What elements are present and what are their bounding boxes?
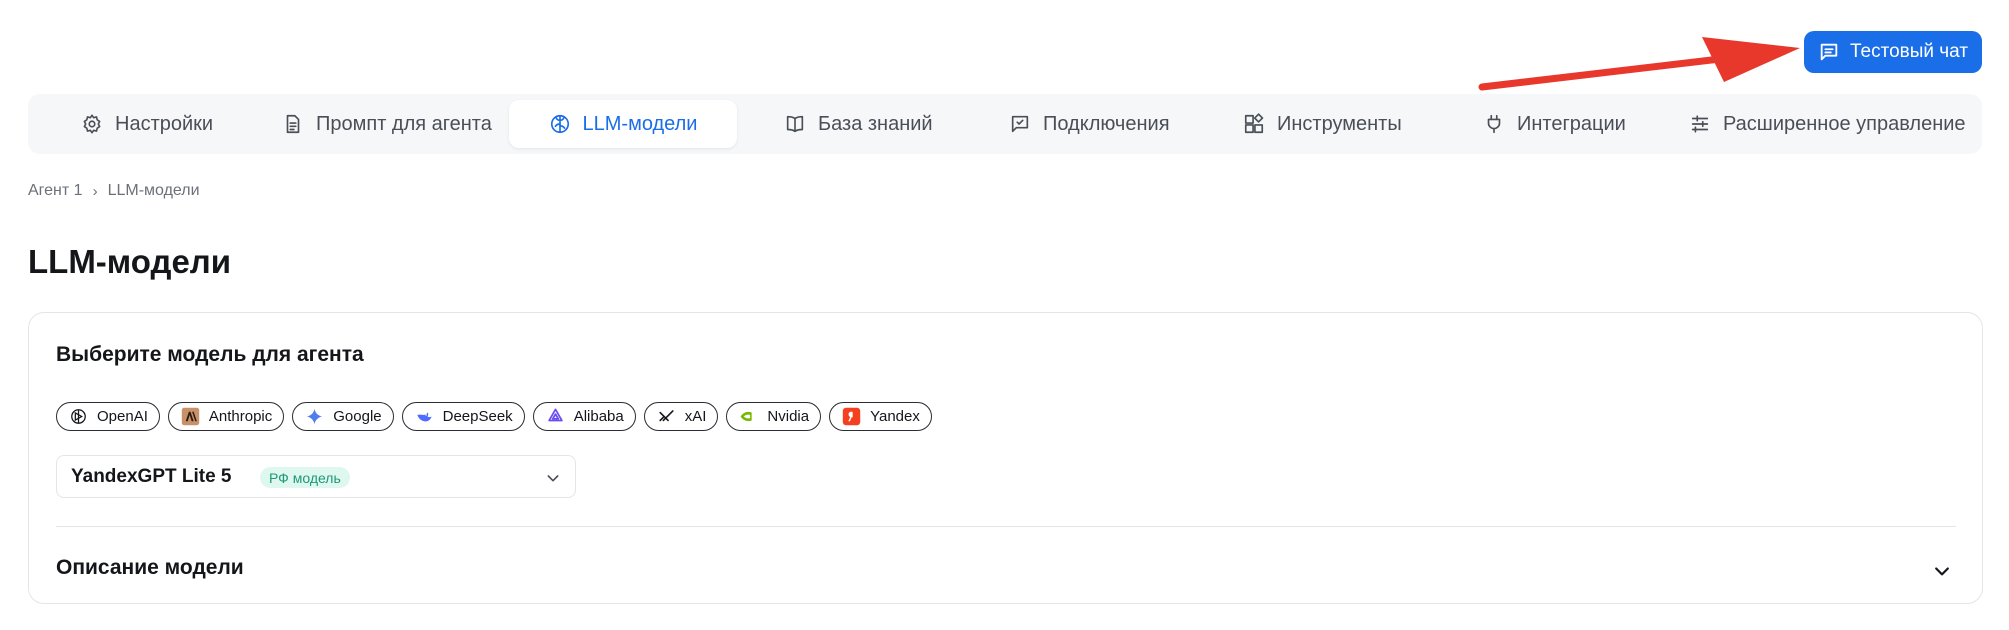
anthropic-icon: [181, 407, 200, 426]
tab-bar: Настройки Промпт для агента LLM-модели Б…: [28, 94, 1982, 154]
tab-label: Настройки: [115, 112, 214, 135]
provider-chip-anthropic[interactable]: Anthropic: [167, 402, 285, 431]
model-description-toggle[interactable]: Описание модели: [56, 548, 1956, 588]
model-selection-card: Выберите модель для агента OpenAI Anthro…: [28, 312, 1983, 604]
test-chat-button[interactable]: Тестовый чат: [1804, 31, 1982, 73]
deepseek-icon: [417, 412, 432, 422]
tab-label: Промпт для агента: [316, 112, 492, 135]
tab-knowledge-base[interactable]: База знаний: [784, 100, 933, 148]
provider-chip-label: Yandex: [870, 408, 920, 425]
divider: [56, 526, 1956, 527]
selected-model-name: YandexGPT Lite 5: [71, 466, 232, 487]
provider-chip-deepseek[interactable]: DeepSeek: [401, 402, 525, 431]
tab-integrations[interactable]: Интеграции: [1483, 100, 1626, 148]
provider-chip-label: OpenAI: [97, 408, 148, 425]
tab-label: Инструменты: [1277, 112, 1402, 135]
provider-chip-nvidia[interactable]: Nvidia: [726, 402, 822, 431]
page-title: LLM-модели: [28, 243, 232, 280]
chevron-down-icon: [547, 475, 559, 482]
provider-chip-label: Google: [333, 408, 382, 425]
provider-filter-chips: OpenAI Anthropic Google DeepSeek Alibaba…: [56, 402, 932, 431]
google-icon: [306, 408, 323, 425]
plug-icon: [1487, 114, 1501, 134]
breadcrumb-item-agent[interactable]: Агент 1: [28, 182, 83, 200]
blocks-icon: [1244, 113, 1264, 134]
gear-icon: [83, 114, 101, 134]
openai-icon: [71, 409, 86, 424]
xai-icon: [659, 410, 674, 422]
chat-check-icon: [1011, 115, 1029, 133]
chat-icon: [1820, 43, 1838, 61]
tab-tools[interactable]: Инструменты: [1243, 100, 1402, 148]
tab-label: База знаний: [818, 112, 933, 135]
tab-label: LLM-модели: [582, 112, 698, 135]
provider-chip-openai[interactable]: OpenAI: [56, 402, 160, 431]
tab-settings[interactable]: Настройки: [81, 100, 213, 148]
breadcrumb-item-current: LLM-модели: [107, 182, 200, 199]
book-icon: [786, 115, 804, 133]
chevron-down-icon: [1935, 567, 1949, 576]
provider-chip-yandex[interactable]: Yandex: [829, 402, 932, 431]
model-region-badge: РФ модель: [260, 467, 350, 488]
tab-llm-models[interactable]: LLM-модели: [509, 100, 737, 148]
annotation-arrow-icon: [1478, 37, 1800, 91]
provider-chip-xai[interactable]: xAI: [643, 402, 719, 431]
yandex-icon: [842, 407, 861, 426]
provider-chip-google[interactable]: Google: [292, 402, 394, 431]
breadcrumb: Агент 1 › LLM-модели: [28, 182, 200, 200]
provider-chip-alibaba[interactable]: Alibaba: [532, 402, 636, 431]
card-heading: Выберите модель для агента: [56, 343, 364, 366]
tab-connections[interactable]: Подключения: [1009, 100, 1170, 148]
tab-agent-prompt[interactable]: Промпт для агента: [282, 100, 492, 148]
provider-chip-label: Anthropic: [208, 408, 273, 425]
brain-icon: [550, 114, 569, 134]
provider-chip-label: DeepSeek: [442, 408, 513, 425]
provider-chip-label: Nvidia: [767, 408, 810, 425]
tab-label: Расширенное управление: [1723, 112, 1966, 135]
tab-advanced-management[interactable]: Расширенное управление: [1689, 100, 1966, 148]
provider-chip-label: Alibaba: [573, 408, 624, 425]
sliders-icon: [1691, 115, 1709, 133]
breadcrumb-separator: ›: [92, 182, 98, 200]
tab-label: Подключения: [1043, 112, 1170, 135]
model-select-dropdown[interactable]: YandexGPT Lite 5 РФ модель: [56, 455, 576, 498]
tab-label: Интеграции: [1517, 112, 1626, 135]
test-chat-label: Тестовый чат: [1849, 41, 1969, 62]
model-description-title: Описание модели: [56, 556, 244, 579]
nvidia-icon: [741, 411, 753, 422]
document-icon: [286, 114, 300, 134]
provider-chip-label: xAI: [684, 408, 707, 425]
alibaba-icon: [547, 408, 563, 422]
